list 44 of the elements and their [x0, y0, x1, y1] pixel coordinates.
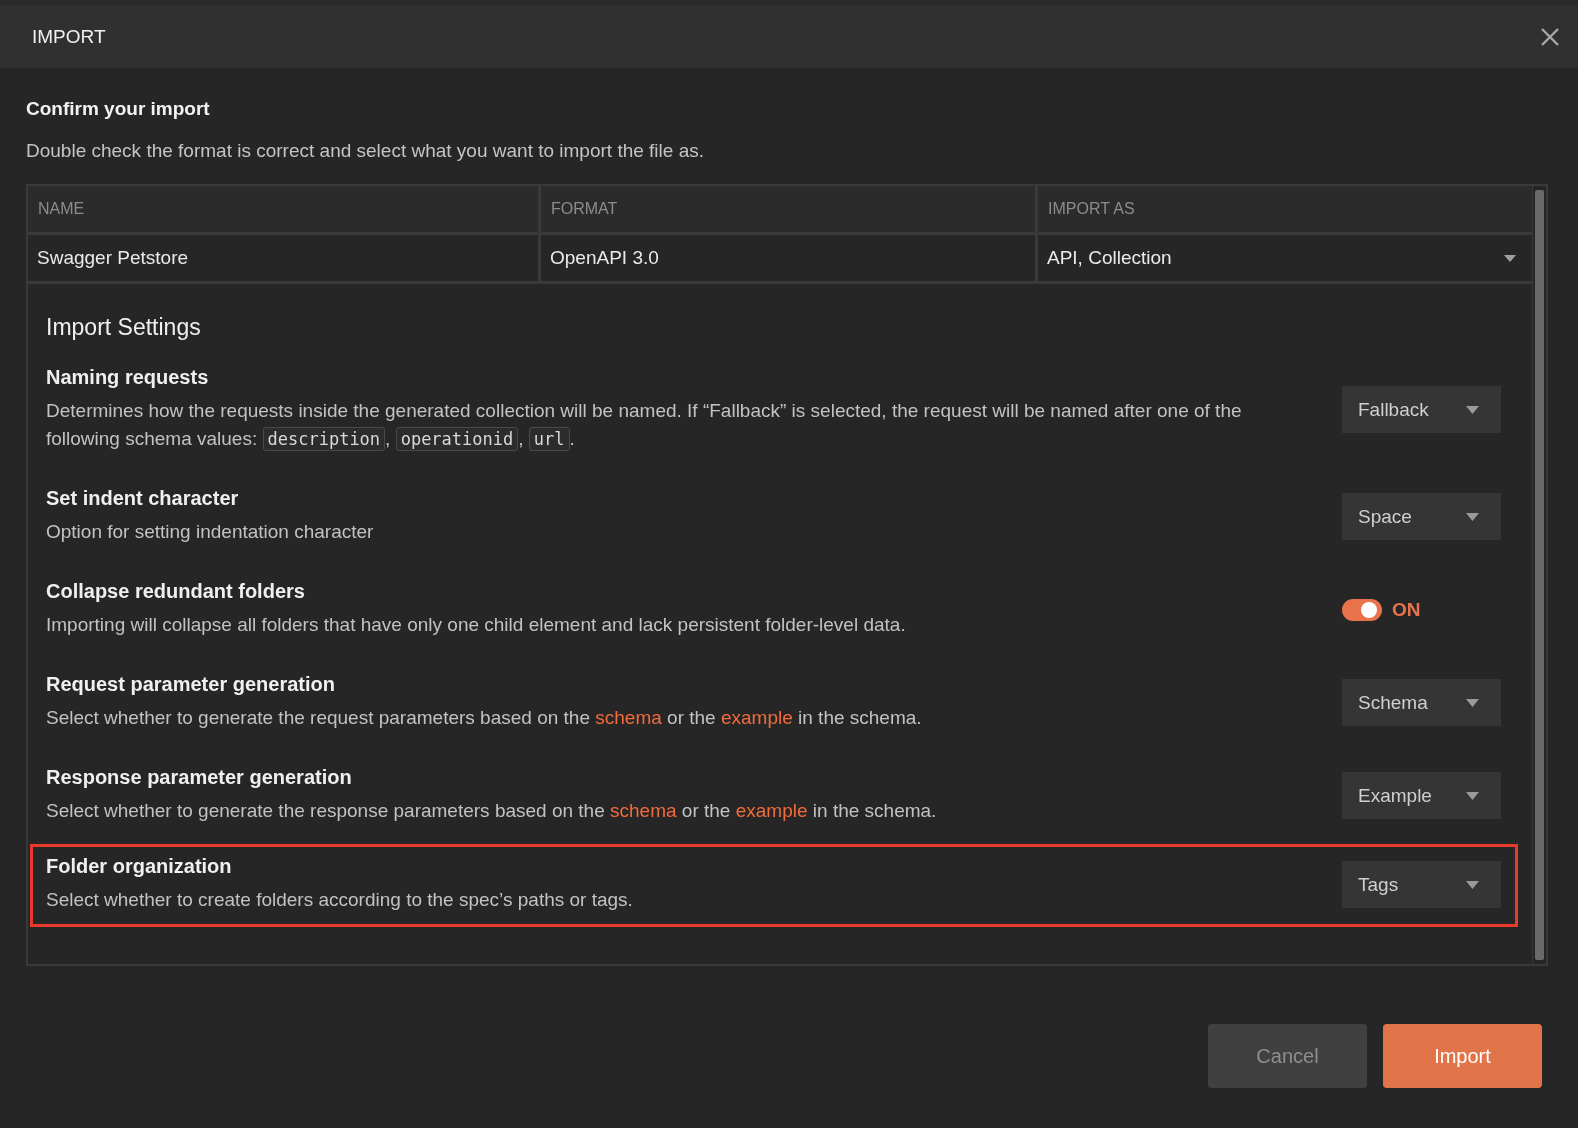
link[interactable]: schema [595, 707, 662, 728]
caret-icon [1466, 698, 1479, 707]
setting-description: Select whether to generate the response parameters based on the schema or the example in the schema. [46, 799, 938, 823]
toggle-switch[interactable] [1342, 598, 1382, 621]
caret-icon [1466, 880, 1479, 889]
setting-title: Naming requests [46, 366, 210, 389]
setting-description: Select whether to generate the request parameters based on the schema or the example in the schema. [46, 706, 923, 730]
caret-icon [1466, 512, 1479, 521]
link[interactable]: example [720, 707, 793, 728]
inline-code: description [262, 427, 386, 451]
setting-dropdown[interactable]: Schema [1342, 679, 1501, 726]
setting-title: Collapse redundant folders [46, 580, 306, 603]
table-cell: OpenAPI 3.0 [541, 235, 1035, 281]
column-header: FORMAT [541, 186, 1035, 232]
setting-description: Option for setting indentation character [46, 520, 375, 544]
section-heading: Confirm your import [26, 98, 211, 120]
import-as-dropdown[interactable]: API, Collection [1038, 235, 1532, 281]
setting-description: Importing will collapse all folders that have only one child element and lack persistent folder-level data. [46, 613, 907, 637]
scrollbar[interactable] [1532, 186, 1546, 964]
setting-title: Set indent character [46, 487, 240, 510]
setting-description: Select whether to create folders according to the spec’s paths or tags. [46, 888, 634, 912]
setting-dropdown[interactable]: Fallback [1342, 386, 1501, 433]
setting-dropdown[interactable]: Tags [1342, 861, 1501, 908]
section-description: Double check the format is correct and select what you want to import the file as. [26, 140, 705, 162]
caret-icon [1504, 254, 1516, 262]
caret-icon [1466, 791, 1479, 800]
setting-title: Response parameter generation [46, 766, 353, 789]
setting-title: Request parameter generation [46, 673, 336, 696]
column-header: NAME [28, 186, 538, 232]
setting-dropdown[interactable]: Space [1342, 493, 1501, 540]
toggle-label: ON [1392, 598, 1421, 621]
setting-dropdown[interactable]: Example [1342, 772, 1501, 819]
close-icon[interactable] [1540, 27, 1560, 47]
inline-code: url [528, 427, 570, 451]
setting-title: Folder organization [46, 855, 233, 878]
table-cell: Swagger Petstore [28, 235, 538, 281]
dialog-title: IMPORT [32, 26, 106, 48]
link[interactable]: example [735, 800, 808, 821]
link[interactable]: schema [610, 800, 677, 821]
setting-description: Determines how the requests inside the generated collection will be named. If “Fallback” is selected, the request will be named after one of the following schema values: description , operationid , url . [46, 399, 1243, 453]
caret-icon [1466, 405, 1479, 414]
settings-title: Import Settings [46, 314, 202, 341]
column-header: IMPORT AS [1038, 186, 1532, 232]
inline-code: operationid [395, 427, 519, 451]
